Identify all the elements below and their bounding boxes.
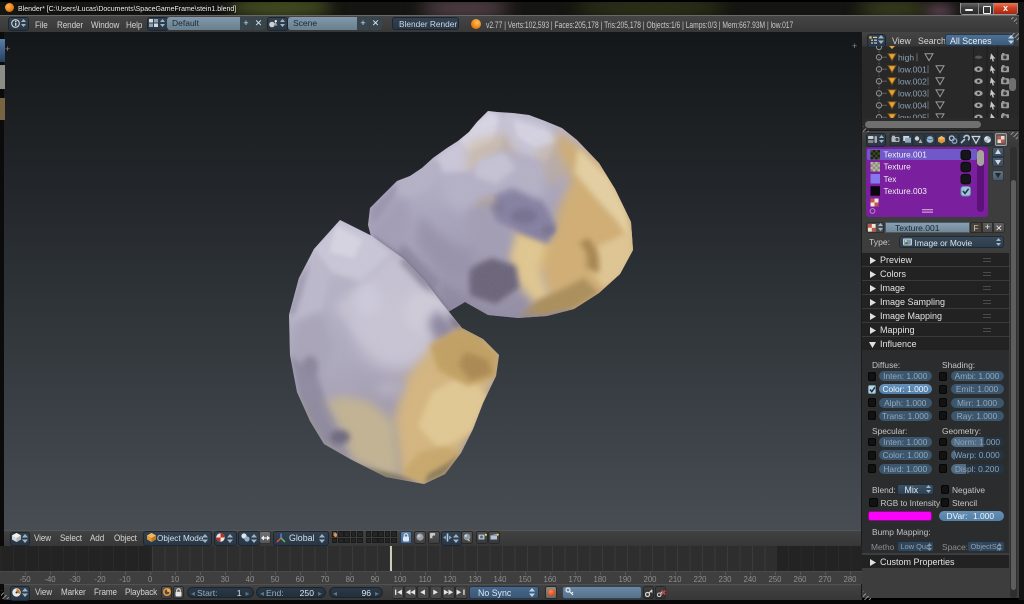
svg-text:Texture: Texture [884, 161, 912, 171]
svg-text:low.003: low.003 [898, 89, 927, 99]
svg-text:Tex: Tex [884, 173, 898, 183]
svg-text:low.001: low.001 [898, 64, 927, 74]
svg-text:low.002: low.002 [898, 76, 927, 86]
svg-text:low.004: low.004 [898, 101, 927, 111]
svg-text:Texture.001: Texture.001 [884, 149, 928, 159]
svg-text:high: high [898, 52, 914, 62]
svg-text:Texture.003: Texture.003 [884, 185, 928, 195]
